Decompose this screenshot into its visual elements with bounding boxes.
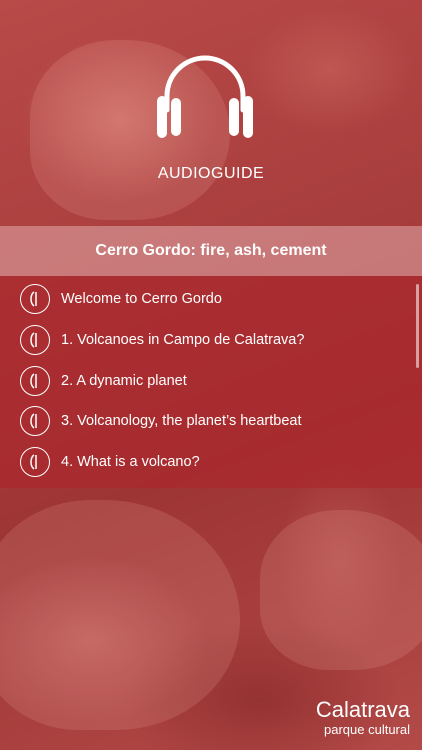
audio-play-icon[interactable] — [20, 447, 50, 477]
brand-logo: Calatrava parque cultural — [316, 698, 410, 738]
track-item[interactable]: Welcome to Cerro Gordo — [0, 279, 415, 319]
list-scrollbar[interactable] — [416, 284, 419, 368]
track-item[interactable]: 1. Volcanoes in Campo de Calatrava? — [0, 320, 415, 360]
audio-play-icon[interactable] — [20, 406, 50, 436]
track-label: 2. A dynamic planet — [61, 373, 187, 389]
subtitle-band: Cerro Gordo: fire, ash, cement — [0, 226, 422, 276]
track-item[interactable]: 2. A dynamic planet — [0, 361, 415, 401]
track-label: Welcome to Cerro Gordo — [61, 291, 222, 307]
page-title: AUDIOGUIDE — [157, 165, 265, 182]
background-rock — [260, 510, 422, 670]
track-item[interactable]: 3. Volcanology, the planet’s heartbeat — [0, 401, 415, 441]
track-label: 3. Volcanology, the planet’s heartbeat — [61, 413, 302, 429]
audio-play-icon[interactable] — [20, 366, 50, 396]
headphones-icon — [157, 55, 253, 138]
track-label: 4. What is a volcano? — [61, 454, 200, 470]
guide-subtitle: Cerro Gordo: fire, ash, cement — [95, 242, 327, 259]
track-item[interactable]: 4. What is a volcano? — [0, 442, 415, 482]
brand-tagline: parque cultural — [324, 722, 410, 737]
audio-play-icon[interactable] — [20, 284, 50, 314]
audio-play-icon[interactable] — [20, 325, 50, 355]
track-label: 1. Volcanoes in Campo de Calatrava? — [61, 332, 305, 348]
brand-name: Calatrava — [315, 697, 410, 722]
